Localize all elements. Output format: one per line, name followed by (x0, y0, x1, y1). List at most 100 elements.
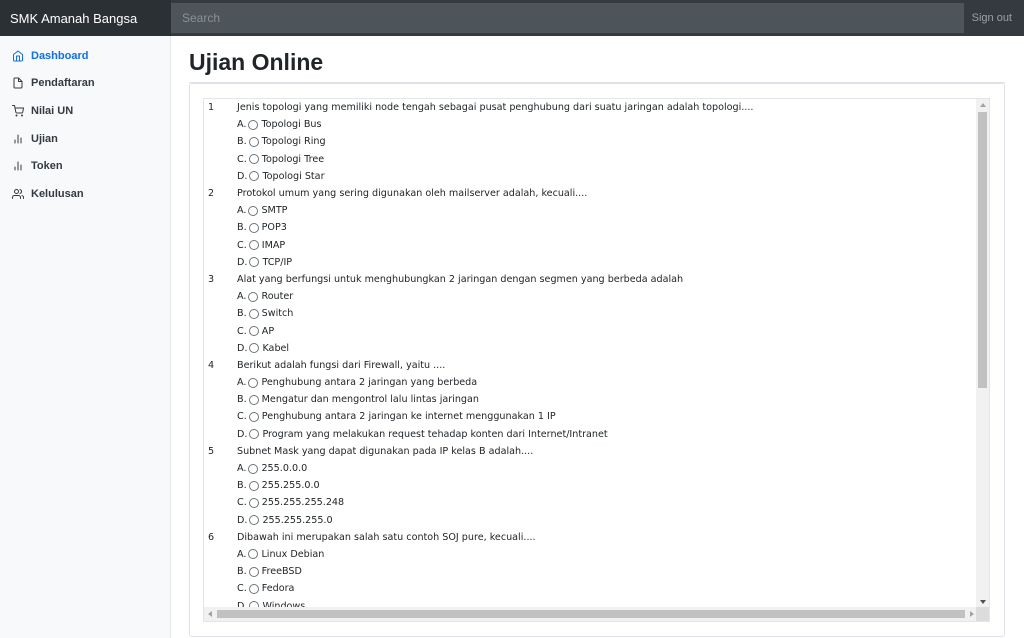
option-letter: D. (237, 342, 248, 354)
answer-option[interactable]: D. Program yang melakukan request tehadap… (208, 426, 978, 443)
answer-option[interactable]: C. Penghubung antara 2 jaringan ke intern… (208, 408, 978, 425)
option-letter: C. (237, 411, 247, 423)
radio-button[interactable] (248, 308, 259, 319)
radio-button[interactable] (248, 549, 259, 560)
answer-option[interactable]: C. 255.255.255.248 (208, 494, 978, 511)
sidebar-item-label: Ujian (31, 132, 58, 145)
radio-button[interactable] (248, 463, 259, 474)
option-text: Fedora (261, 583, 295, 595)
vertical-scrollbar[interactable] (976, 99, 989, 608)
option-letter: B. (237, 308, 247, 320)
radio-button[interactable] (249, 171, 260, 182)
option-letter: B. (237, 136, 247, 148)
answer-option[interactable]: D. Kabel (208, 340, 978, 357)
radio-button[interactable] (248, 119, 259, 130)
sidebar-item-label: Nilai UN (31, 104, 74, 117)
scrollbar-corner (976, 607, 989, 621)
option-text: 255.255.255.248 (261, 497, 345, 509)
answer-option[interactable]: A. Topologi Bus (208, 116, 978, 133)
radio-button[interactable] (248, 480, 259, 491)
scrollbar-thumb[interactable] (217, 610, 965, 618)
sidebar-item-ujian[interactable]: Ujian (0, 125, 170, 153)
option-text: Kabel (262, 342, 290, 354)
sidebar-item-pendaftaran[interactable]: Pendaftaran (0, 70, 170, 98)
question-number: 1 (208, 102, 215, 114)
option-text: TCP/IP (262, 256, 293, 268)
answer-option[interactable]: D. Topologi Star (208, 168, 978, 185)
quiz-frame[interactable]: 1 Jenis topologi yang memiliki node tenga… (203, 98, 990, 622)
question-list: 1 Jenis topologi yang memiliki node tenga… (208, 99, 978, 615)
answer-option[interactable]: A. SMTP (208, 202, 978, 219)
sign-out-link[interactable]: Sign out (964, 12, 1024, 24)
brand-name[interactable]: SMK Amanah Bangsa (0, 0, 171, 36)
option-text: Router (261, 291, 294, 303)
search-input[interactable] (171, 3, 964, 33)
option-letter: A. (237, 119, 247, 131)
answer-option[interactable]: B. 255.255.0.0 (208, 477, 978, 494)
option-text: Topologi Tree (261, 153, 325, 165)
option-letter: A. (237, 548, 247, 560)
question-text: Protokol umum yang sering digunakan oleh… (237, 188, 588, 200)
radio-button[interactable] (249, 257, 260, 268)
radio-button[interactable] (248, 566, 259, 577)
answer-option[interactable]: B. POP3 (208, 219, 978, 236)
scroll-up-icon[interactable] (980, 103, 986, 107)
scroll-left-icon[interactable] (208, 611, 212, 617)
option-text: 255.255.255.0 (262, 514, 333, 526)
option-letter: C. (237, 497, 247, 509)
radio-button[interactable] (249, 343, 260, 354)
answer-option[interactable]: A. Penghubung antara 2 jaringan yang berb… (208, 374, 978, 391)
answer-option[interactable]: A. Router (208, 288, 978, 305)
option-letter: A. (237, 463, 247, 475)
question-number: 5 (208, 445, 215, 457)
radio-button[interactable] (248, 154, 259, 165)
scroll-right-icon[interactable] (970, 611, 974, 617)
option-letter: A. (237, 205, 247, 217)
option-letter: D. (237, 514, 248, 526)
answer-option[interactable]: B. Topologi Ring (208, 133, 978, 150)
radio-button[interactable] (248, 136, 259, 147)
radio-button[interactable] (248, 205, 259, 216)
scrollbar-thumb[interactable] (978, 112, 987, 388)
sidebar-item-dashboard[interactable]: Dashboard (0, 42, 170, 70)
radio-button[interactable] (248, 394, 259, 405)
sidebar-item-kelulusan[interactable]: Kelulusan (0, 180, 170, 208)
question-number: 2 (208, 188, 215, 200)
radio-button[interactable] (248, 377, 259, 388)
option-text: Topologi Bus (261, 119, 322, 131)
answer-option[interactable]: B. Switch (208, 305, 978, 322)
sidebar-item-nilai-un[interactable]: Nilai UN (0, 97, 170, 125)
scroll-down-icon[interactable] (980, 600, 986, 604)
horizontal-scrollbar[interactable] (204, 607, 978, 621)
radio-button[interactable] (248, 326, 259, 337)
answer-option[interactable]: C. AP (208, 322, 978, 339)
answer-option[interactable]: C. Topologi Tree (208, 151, 978, 168)
answer-option[interactable]: B. Mengatur dan mengontrol lalu lintas ja… (208, 391, 978, 408)
radio-button[interactable] (249, 429, 260, 440)
answer-option[interactable]: A. 255.0.0.0 (208, 460, 978, 477)
answer-option[interactable]: D. 255.255.255.0 (208, 512, 978, 529)
answer-option[interactable]: A. Linux Debian (208, 546, 978, 563)
option-letter: B. (237, 480, 247, 492)
radio-button[interactable] (248, 240, 259, 251)
bar-chart-icon (12, 133, 24, 145)
question-row: 5 Subnet Mask yang dapat digunakan pada I… (208, 443, 978, 460)
radio-button[interactable] (248, 497, 259, 508)
answer-option[interactable]: B. FreeBSD (208, 563, 978, 580)
radio-button[interactable] (249, 515, 260, 526)
option-text: Linux Debian (261, 548, 325, 560)
option-letter: D. (237, 256, 248, 268)
radio-button[interactable] (248, 291, 259, 302)
question-text: Alat yang berfungsi untuk menghubungkan … (237, 273, 684, 285)
sidebar-item-token[interactable]: Token (0, 152, 170, 180)
answer-option[interactable]: C. IMAP (208, 237, 978, 254)
radio-button[interactable] (248, 222, 259, 233)
option-text: Mengatur dan mengontrol lalu lintas jari… (261, 394, 479, 406)
sidebar-item-label: Kelulusan (31, 187, 84, 200)
option-text: Program yang melakukan request tehadap k… (262, 428, 608, 440)
answer-option[interactable]: D. TCP/IP (208, 254, 978, 271)
radio-button[interactable] (248, 583, 259, 594)
answer-option[interactable]: C. Fedora (208, 580, 978, 597)
sidebar-item-label: Token (31, 160, 63, 173)
radio-button[interactable] (248, 411, 259, 422)
